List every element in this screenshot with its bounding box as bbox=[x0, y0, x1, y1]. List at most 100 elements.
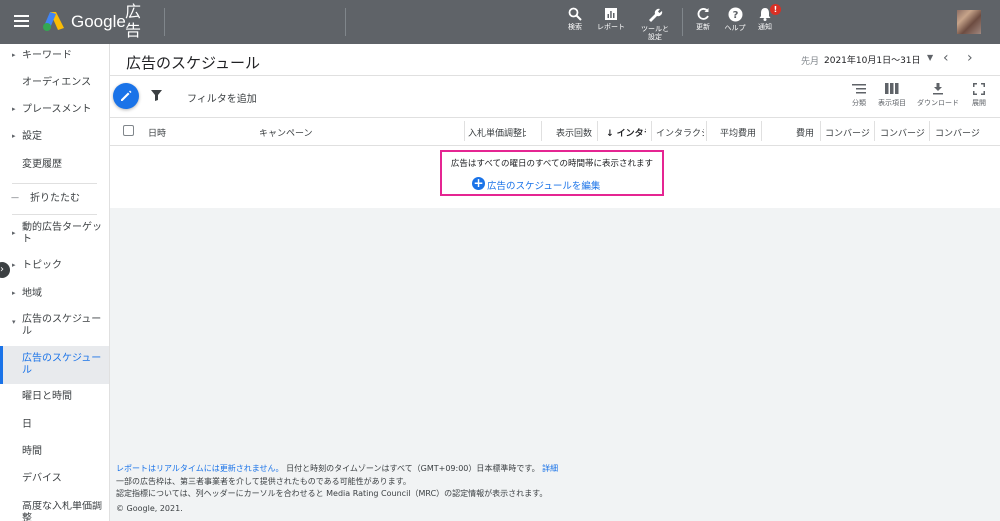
chevron-left-icon[interactable]: ‹ bbox=[943, 50, 949, 66]
sidebar-item-label: 広告のスケジュール bbox=[22, 353, 102, 376]
details-link[interactable]: 詳細 bbox=[542, 464, 558, 473]
tools-settings-button[interactable]: ツールと設定 bbox=[633, 7, 677, 41]
sidebar-item-label: 曜日と時間 bbox=[22, 391, 72, 402]
sidebar-item-label: 設定 bbox=[22, 131, 42, 142]
sidebar-item-label: 高度な入札単価調整 bbox=[22, 501, 102, 521]
sidebar-item-label: 時間 bbox=[22, 446, 42, 457]
segment-label: 分類 bbox=[852, 99, 866, 107]
add-filter-input[interactable]: フィルタを追加 bbox=[187, 90, 257, 105]
sidebar-item-label: キーワード bbox=[22, 50, 72, 61]
sidebar-item-label: 動的広告ターゲット bbox=[22, 222, 102, 245]
expand-arrow-icon: ▸ bbox=[12, 105, 16, 113]
download-button[interactable]: ダウンロード bbox=[917, 83, 959, 108]
add-circle-icon[interactable]: + bbox=[472, 177, 485, 190]
notifications-label: 通知 bbox=[758, 23, 772, 31]
help-icon: ? bbox=[728, 7, 742, 22]
column-header-conversions[interactable]: コンバージョン bbox=[825, 126, 871, 139]
date-range-value[interactable]: 2021年10月1日〜31日 bbox=[824, 53, 921, 66]
refresh-label: 更新 bbox=[696, 23, 710, 31]
menu-icon[interactable] bbox=[12, 12, 32, 32]
sidebar-item-advanced-bid-adjustments[interactable]: 高度な入札単価調整 bbox=[0, 501, 109, 521]
notifications-button[interactable]: ! 通知 bbox=[743, 4, 787, 31]
expand-arrow-icon: ▾ bbox=[12, 318, 16, 326]
avatar[interactable] bbox=[957, 10, 981, 34]
sidebar-item-ad-schedule[interactable]: 広告のスケジュール bbox=[0, 346, 109, 384]
column-header-campaign[interactable]: キャンペーン bbox=[259, 126, 459, 139]
column-divider bbox=[874, 121, 875, 141]
reports-label: レポート bbox=[597, 23, 625, 31]
columns-label: 表示項目 bbox=[878, 99, 906, 107]
inventory-notice: 一部の広告枠は、第三者事業者を介して提供されたものである可能性があります。 bbox=[116, 476, 411, 486]
timezone-notice: 日付と時刻のタイムゾーンはすべて（GMT+09:00）日本標準時です。 bbox=[286, 464, 540, 473]
sidebar-item-audiences[interactable]: オーディエンス bbox=[0, 77, 109, 89]
expand-label: 展開 bbox=[972, 99, 986, 107]
column-divider bbox=[820, 121, 821, 141]
expand-arrow-icon: ▸ bbox=[12, 261, 16, 269]
pencil-icon bbox=[121, 90, 132, 101]
column-header-interactions[interactable]: ↓ インタラクション bbox=[606, 126, 646, 139]
sidebar-item-devices[interactable]: デバイス bbox=[0, 473, 109, 485]
column-header-datetime[interactable]: 日時 bbox=[148, 126, 248, 139]
sidebar-item-change-history[interactable]: 変更履歴 bbox=[0, 159, 109, 171]
column-header-cost[interactable]: 費用 bbox=[765, 126, 814, 139]
divider bbox=[345, 8, 346, 36]
column-divider bbox=[706, 121, 707, 141]
column-header-conversions[interactable]: コンバージョン bbox=[935, 126, 981, 139]
divider bbox=[110, 145, 1000, 146]
column-header-avg-cost[interactable]: 平均費用 bbox=[710, 126, 756, 139]
sidebar-item-settings[interactable]: ▸ 設定 bbox=[0, 131, 109, 143]
sidebar-item-placements[interactable]: ▸ プレースメント bbox=[0, 104, 109, 116]
footer: レポートはリアルタイムには更新されません。 日付と時刻のタイムゾーンはすべて（G… bbox=[116, 463, 558, 515]
sidebar-item-day-and-hour[interactable]: 曜日と時間 bbox=[0, 391, 109, 403]
top-app-bar: Google 広告 検索 レポート ツールと設定 更新 ? ヘルプ ! 通知 bbox=[0, 0, 1000, 44]
sidebar-item-topics[interactable]: ▸ トピック bbox=[0, 260, 109, 272]
date-range-preset[interactable]: 先月 bbox=[801, 54, 819, 67]
columns-icon bbox=[885, 83, 899, 94]
sidebar-item-label: 広告のスケジュール bbox=[22, 314, 102, 337]
chevron-right-icon[interactable]: › bbox=[967, 50, 973, 66]
download-icon bbox=[933, 83, 943, 95]
sidebar-item-ad-schedule-group[interactable]: ▾ 広告のスケジュール bbox=[0, 314, 109, 338]
column-header-conversions[interactable]: コンバージョン bbox=[880, 126, 926, 139]
column-header-bid-adjustment[interactable]: 入札単価調整比 bbox=[468, 126, 526, 139]
tools-settings-label: ツールと設定 bbox=[641, 25, 669, 41]
divider bbox=[164, 8, 165, 36]
edit-ad-schedule-link[interactable]: 広告のスケジュールを編集 bbox=[487, 178, 600, 192]
search-label: 検索 bbox=[568, 23, 582, 31]
sidebar-item-hour[interactable]: 時間 bbox=[0, 446, 109, 458]
sidebar-item-label: 折りたたむ bbox=[30, 193, 80, 204]
sidebar-item-dynamic-ad-targets[interactable]: ▸ 動的広告ターゲット bbox=[0, 222, 109, 246]
sidebar-collapse[interactable]: — 折りたたむ bbox=[0, 193, 109, 205]
product-name: 広告 bbox=[125, 2, 142, 40]
expand-arrow-icon: ▸ bbox=[12, 51, 16, 59]
svg-text:?: ? bbox=[732, 10, 738, 21]
expand-arrow-icon: ▸ bbox=[12, 289, 16, 297]
sidebar-item-day[interactable]: 日 bbox=[0, 419, 109, 431]
reports-button[interactable]: レポート bbox=[589, 7, 633, 31]
select-all-checkbox[interactable] bbox=[123, 125, 134, 136]
expand-button[interactable]: 展開 bbox=[960, 83, 998, 108]
chevron-down-icon[interactable]: ▼ bbox=[927, 53, 933, 62]
edit-button[interactable] bbox=[113, 83, 139, 109]
column-divider bbox=[541, 121, 542, 141]
sidebar-item-keywords[interactable]: ▸ キーワード bbox=[0, 50, 109, 62]
column-divider bbox=[597, 121, 598, 141]
columns-button[interactable]: 表示項目 bbox=[873, 83, 911, 108]
notification-badge: ! bbox=[770, 4, 781, 15]
divider bbox=[110, 75, 1000, 76]
copyright: © Google, 2021. bbox=[116, 503, 183, 513]
sidebar-item-label: デバイス bbox=[22, 473, 62, 484]
column-header-interaction-rate[interactable]: インタラクション率 bbox=[656, 126, 704, 139]
expand-arrow-icon: ▸ bbox=[12, 132, 16, 140]
sidebar-item-locations[interactable]: ▸ 地域 bbox=[0, 288, 109, 300]
chevron-right-icon: › bbox=[0, 264, 4, 275]
column-divider bbox=[929, 121, 930, 141]
realtime-notice-link[interactable]: レポートはリアルタイムには更新されません。 bbox=[116, 464, 284, 473]
filter-icon[interactable] bbox=[151, 90, 162, 101]
refresh-icon bbox=[697, 8, 709, 20]
segment-icon bbox=[852, 84, 866, 94]
sidebar-item-label: オーディエンス bbox=[22, 77, 92, 88]
column-header-impressions[interactable]: 表示回数 bbox=[546, 126, 592, 139]
divider bbox=[12, 183, 97, 184]
divider bbox=[12, 214, 97, 215]
